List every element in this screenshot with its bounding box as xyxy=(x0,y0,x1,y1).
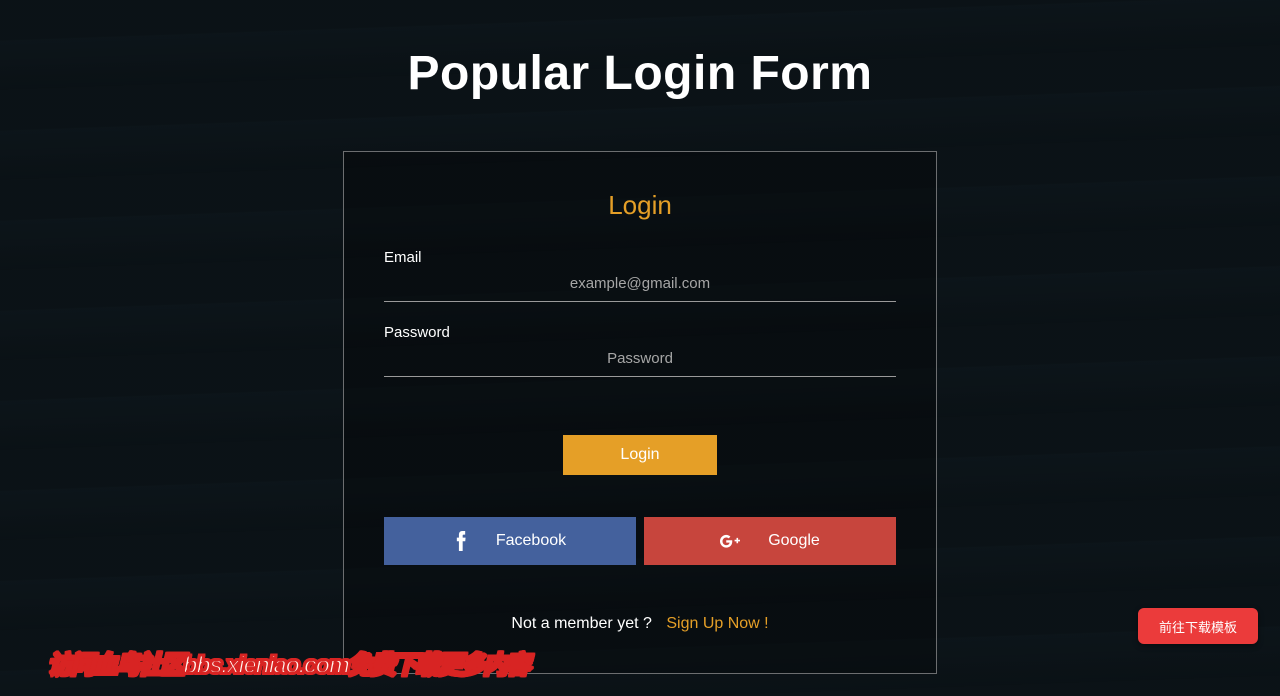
email-label: Email xyxy=(384,249,896,266)
social-row: Facebook Google xyxy=(384,517,896,565)
password-field[interactable] xyxy=(384,341,896,377)
card-heading: Login xyxy=(384,190,896,221)
login-button[interactable]: Login xyxy=(563,435,717,475)
facebook-icon xyxy=(454,531,468,551)
signup-prompt: Not a member yet ? Sign Up Now ! xyxy=(384,615,896,633)
email-field[interactable] xyxy=(384,266,896,302)
google-label: Google xyxy=(768,532,820,550)
signup-link[interactable]: Sign Up Now ! xyxy=(666,615,768,632)
facebook-label: Facebook xyxy=(496,532,566,550)
google-plus-icon xyxy=(720,531,740,551)
watermark-text: 访问血鸟社区bbs.xieniao.com免费下载更多内容 xyxy=(48,645,529,680)
password-label: Password xyxy=(384,324,896,341)
signup-prompt-text: Not a member yet ? xyxy=(511,615,652,632)
download-template-button[interactable]: 前往下载模板 xyxy=(1138,608,1258,644)
page-title: Popular Login Form xyxy=(0,0,1280,101)
facebook-button[interactable]: Facebook xyxy=(384,517,636,565)
login-card: Login Email Password Login Facebook Goog… xyxy=(343,151,937,674)
google-button[interactable]: Google xyxy=(644,517,896,565)
